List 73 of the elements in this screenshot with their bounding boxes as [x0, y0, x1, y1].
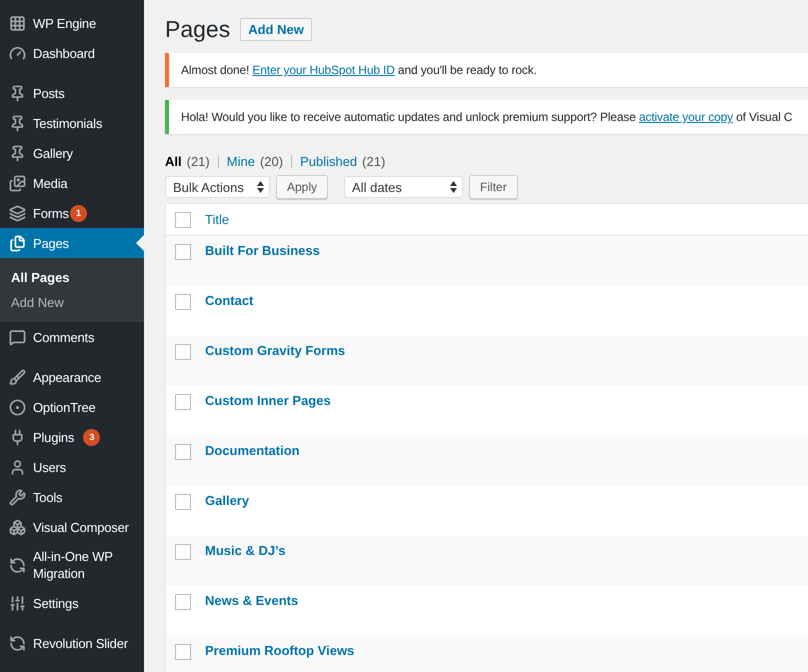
checkbox[interactable] [175, 244, 191, 260]
speech-bubble-icon [8, 328, 26, 346]
column-header[interactable]: Title [205, 212, 230, 227]
bulk-actions-select[interactable]: Bulk Actions [165, 176, 270, 198]
sidebar-item[interactable]: Pages [0, 228, 144, 258]
checkbox[interactable] [175, 494, 191, 510]
sidebar-item[interactable]: Media [0, 168, 144, 198]
brush-icon [8, 368, 26, 386]
status-filter-link[interactable]: Published [300, 154, 358, 169]
add-new-button[interactable]: Add New [240, 18, 312, 41]
sync-icon [8, 556, 26, 574]
notice-link[interactable]: Enter your HubSpot Hub ID [252, 63, 395, 77]
apply-button[interactable]: Apply [276, 175, 328, 199]
sidebar-item[interactable]: Dashboard [0, 38, 144, 68]
blocks-icon [8, 518, 26, 536]
status-filter-link[interactable]: All [165, 154, 182, 169]
page-title-link[interactable]: Documentation [205, 443, 300, 459]
checkbox[interactable] [175, 294, 191, 310]
filter-button[interactable]: Filter [469, 175, 518, 199]
sidebar-item[interactable]: OptionTree [0, 392, 144, 422]
settings-icon [8, 594, 26, 612]
layers-icon [8, 204, 26, 222]
sidebar-item[interactable]: All-in-One WP Migration [0, 542, 144, 588]
count-badge: 1 [70, 204, 87, 222]
sidebar-item[interactable]: Appearance [0, 362, 144, 392]
checkbox[interactable] [175, 444, 191, 460]
sidebar-item[interactable]: Comments [0, 322, 144, 352]
checkbox[interactable] [175, 344, 191, 360]
sidebar-item[interactable]: Revolution Slider [0, 628, 144, 658]
page-title-link[interactable]: Custom Inner Pages [205, 393, 331, 409]
page-title-link[interactable]: Built For Business [205, 243, 320, 259]
notice-text: Hola! Would you like to receive automatic updates and unlock premium support? Please activate your copy of Visual C [181, 110, 792, 124]
submenu-item[interactable]: All Pages [0, 265, 144, 290]
sync-icon [8, 634, 26, 652]
circle-icon [8, 398, 26, 416]
sidebar-item[interactable]: Testimonials [0, 108, 144, 138]
sidebar-item[interactable]: Gallery [0, 138, 144, 168]
filter-count: (21) [362, 154, 386, 169]
dates-select[interactable]: All dates [344, 176, 464, 198]
page-title-link[interactable]: Contact [205, 293, 254, 309]
sidebar-item[interactable]: Forms 1 [0, 198, 144, 228]
grid-icon [8, 14, 26, 32]
notice-text: Almost done! Enter your HubSpot Hub ID and you'll be ready to rock. [181, 63, 537, 77]
sidebar-item[interactable]: Settings [0, 588, 144, 618]
checkbox[interactable] [175, 594, 191, 610]
checkbox[interactable] [175, 544, 191, 560]
page-title-link[interactable]: Music & DJ’s [205, 543, 286, 559]
pages-icon [8, 234, 26, 252]
sidebar-item[interactable]: WP Engine [0, 8, 144, 38]
sidebar-item[interactable]: Tools [0, 482, 144, 512]
page-title-link[interactable]: Gallery [205, 493, 250, 509]
filter-count: (21) [186, 154, 210, 169]
notice-link[interactable]: activate your copy [638, 110, 733, 124]
gauge-icon [8, 44, 26, 62]
checkbox[interactable] [175, 212, 191, 228]
page-title: Pages [165, 16, 230, 43]
wrench-icon [8, 488, 26, 506]
filter-count: (20) [260, 154, 284, 169]
select-arrows-icon [450, 181, 458, 193]
sidebar-item[interactable]: Visual Composer [0, 512, 144, 542]
page-title-link[interactable]: News & Events [205, 593, 298, 609]
status-filter-link[interactable]: Mine [226, 154, 255, 169]
checkbox[interactable] [175, 394, 191, 410]
sidebar-item[interactable]: Posts [0, 78, 144, 108]
sidebar-item[interactable]: Plugins 3 [0, 422, 144, 452]
page-title-link[interactable]: Custom Gravity Forms [205, 343, 346, 359]
count-badge: 3 [83, 428, 100, 446]
sidebar-item[interactable]: Users [0, 452, 144, 482]
submenu-item[interactable]: Add New [0, 290, 144, 315]
page-title-link[interactable]: Premium Rooftop Views [205, 643, 354, 659]
select-arrows-icon [257, 181, 264, 193]
media-icon [8, 174, 26, 192]
checkbox[interactable] [175, 644, 191, 660]
